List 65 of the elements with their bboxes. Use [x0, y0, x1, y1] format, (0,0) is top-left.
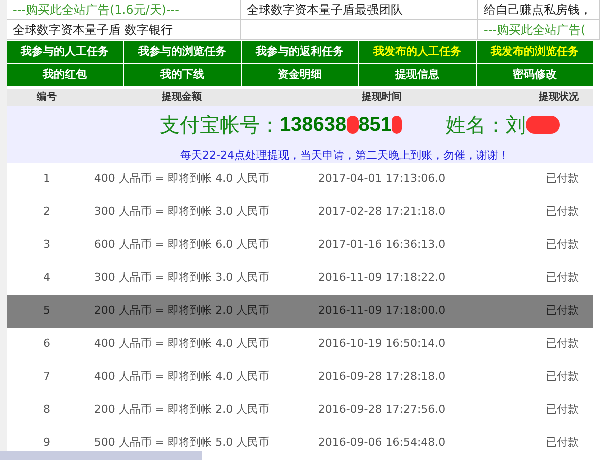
notice-text: 每天22-24点处理提现，当天申请，第二天晚上到账，勿催，谢谢！	[180, 148, 510, 164]
table-cell: 已付款	[546, 172, 579, 186]
table-cell: 8	[44, 403, 50, 416]
table-cell: 400 人品币 = 即将到帐 4.0 人民币	[94, 337, 270, 350]
table-cell: 6	[44, 337, 50, 350]
table-cell: 2016-09-06 16:54:48.0	[318, 436, 446, 450]
table-cell: 200 人品币 = 即将到帐 2.0 人民币	[94, 304, 270, 318]
ad-text[interactable]: 全球数字资本量子盾 数字银行	[13, 23, 173, 37]
nav-link[interactable]: 资金明细	[242, 64, 358, 86]
table-cell: 2016-09-28 17:28:18.0	[318, 370, 446, 384]
table-cell: 9	[44, 436, 50, 450]
table-cell: 400 人品币 = 即将到帐 4.0 人民币	[94, 370, 270, 384]
nav-link[interactable]: 提现信息	[359, 64, 476, 86]
table-cell: 已付款	[546, 205, 579, 218]
table-cell: 1	[44, 172, 50, 186]
ad-text[interactable]: 给自己赚点私房钱，	[484, 3, 592, 17]
table-cell: 已付款	[546, 337, 579, 350]
name-label: 姓名：	[446, 112, 506, 139]
table-cell: 300 人品币 = 即将到帐 3.0 人民币	[94, 205, 270, 218]
table-row[interactable]: 5 200 人品币 = 即将到帐 2.0 人民币 2016-11-09 17:18:00.0 已付款	[7, 295, 593, 328]
nav-link[interactable]: 密码修改	[476, 64, 594, 86]
table-cell: 2016-11-09 17:18:22.0	[318, 271, 446, 284]
table-cell: 已付款	[546, 436, 579, 450]
table-cell: 2016-11-09 17:18:00.0	[318, 304, 446, 318]
redaction-mark	[392, 116, 402, 134]
table-cell: 4	[44, 271, 50, 284]
nav-link[interactable]: 我参与的浏览任务	[124, 41, 241, 63]
redaction-mark	[346, 116, 359, 134]
table-cell: 500 人品币 = 即将到帐 5.0 人民币	[94, 436, 270, 450]
ad-link[interactable]: ---购买此全站广告(1.6元/天)---	[13, 3, 180, 17]
table-cell: 300 人品币 = 即将到帐 3.0 人民币	[94, 271, 270, 284]
nav-link[interactable]: 我的红包	[7, 64, 124, 86]
redaction-mark	[526, 116, 560, 134]
name-value: 刘	[506, 112, 526, 139]
table-cell: 2016-09-28 17:27:56.0	[318, 403, 446, 416]
column-header: 提现状况	[539, 92, 579, 103]
table-cell: 7	[44, 370, 50, 384]
table-cell: 400 人品币 = 即将到帐 4.0 人民币	[94, 172, 270, 186]
table-cell: 已付款	[546, 304, 579, 318]
table-cell: 2017-04-01 17:13:06.0	[318, 172, 446, 186]
table-cell: 3	[44, 238, 50, 252]
account-number: 851	[358, 113, 392, 138]
account-label: 支付宝帐号：	[160, 112, 280, 139]
table-cell: 已付款	[546, 238, 579, 252]
ad-link[interactable]: ---购买此全站广告(	[484, 23, 586, 37]
nav-link[interactable]: 我参与的人工任务	[7, 41, 124, 63]
table-cell: 2	[44, 205, 50, 218]
column-header: 提现金额	[162, 92, 202, 103]
table-cell: 2017-01-16 16:36:13.0	[318, 238, 446, 252]
nav-link[interactable]: 我发布的人工任务	[359, 41, 476, 63]
account-number: 138638	[280, 113, 347, 138]
nav-link[interactable]: 我的下线	[124, 64, 241, 86]
nav-link[interactable]: 我参与的返利任务	[242, 41, 358, 63]
table-cell: 2017-02-28 17:21:18.0	[318, 205, 446, 218]
table-cell: 已付款	[546, 271, 579, 284]
table-cell: 600 人品币 = 即将到帐 6.0 人民币	[94, 238, 270, 252]
table-cell: 已付款	[546, 403, 579, 416]
column-header: 编号	[37, 92, 57, 103]
column-header: 提现时间	[362, 92, 402, 103]
table-cell: 已付款	[546, 370, 579, 384]
ad-text[interactable]: 全球数字资本量子盾最强团队	[247, 3, 403, 17]
table-cell: 5	[44, 304, 50, 318]
table-cell: 200 人品币 = 即将到帐 2.0 人民币	[94, 403, 270, 416]
table-cell: 2016-10-19 16:50:14.0	[318, 337, 446, 350]
nav-link[interactable]: 我发布的浏览任务	[476, 41, 594, 63]
